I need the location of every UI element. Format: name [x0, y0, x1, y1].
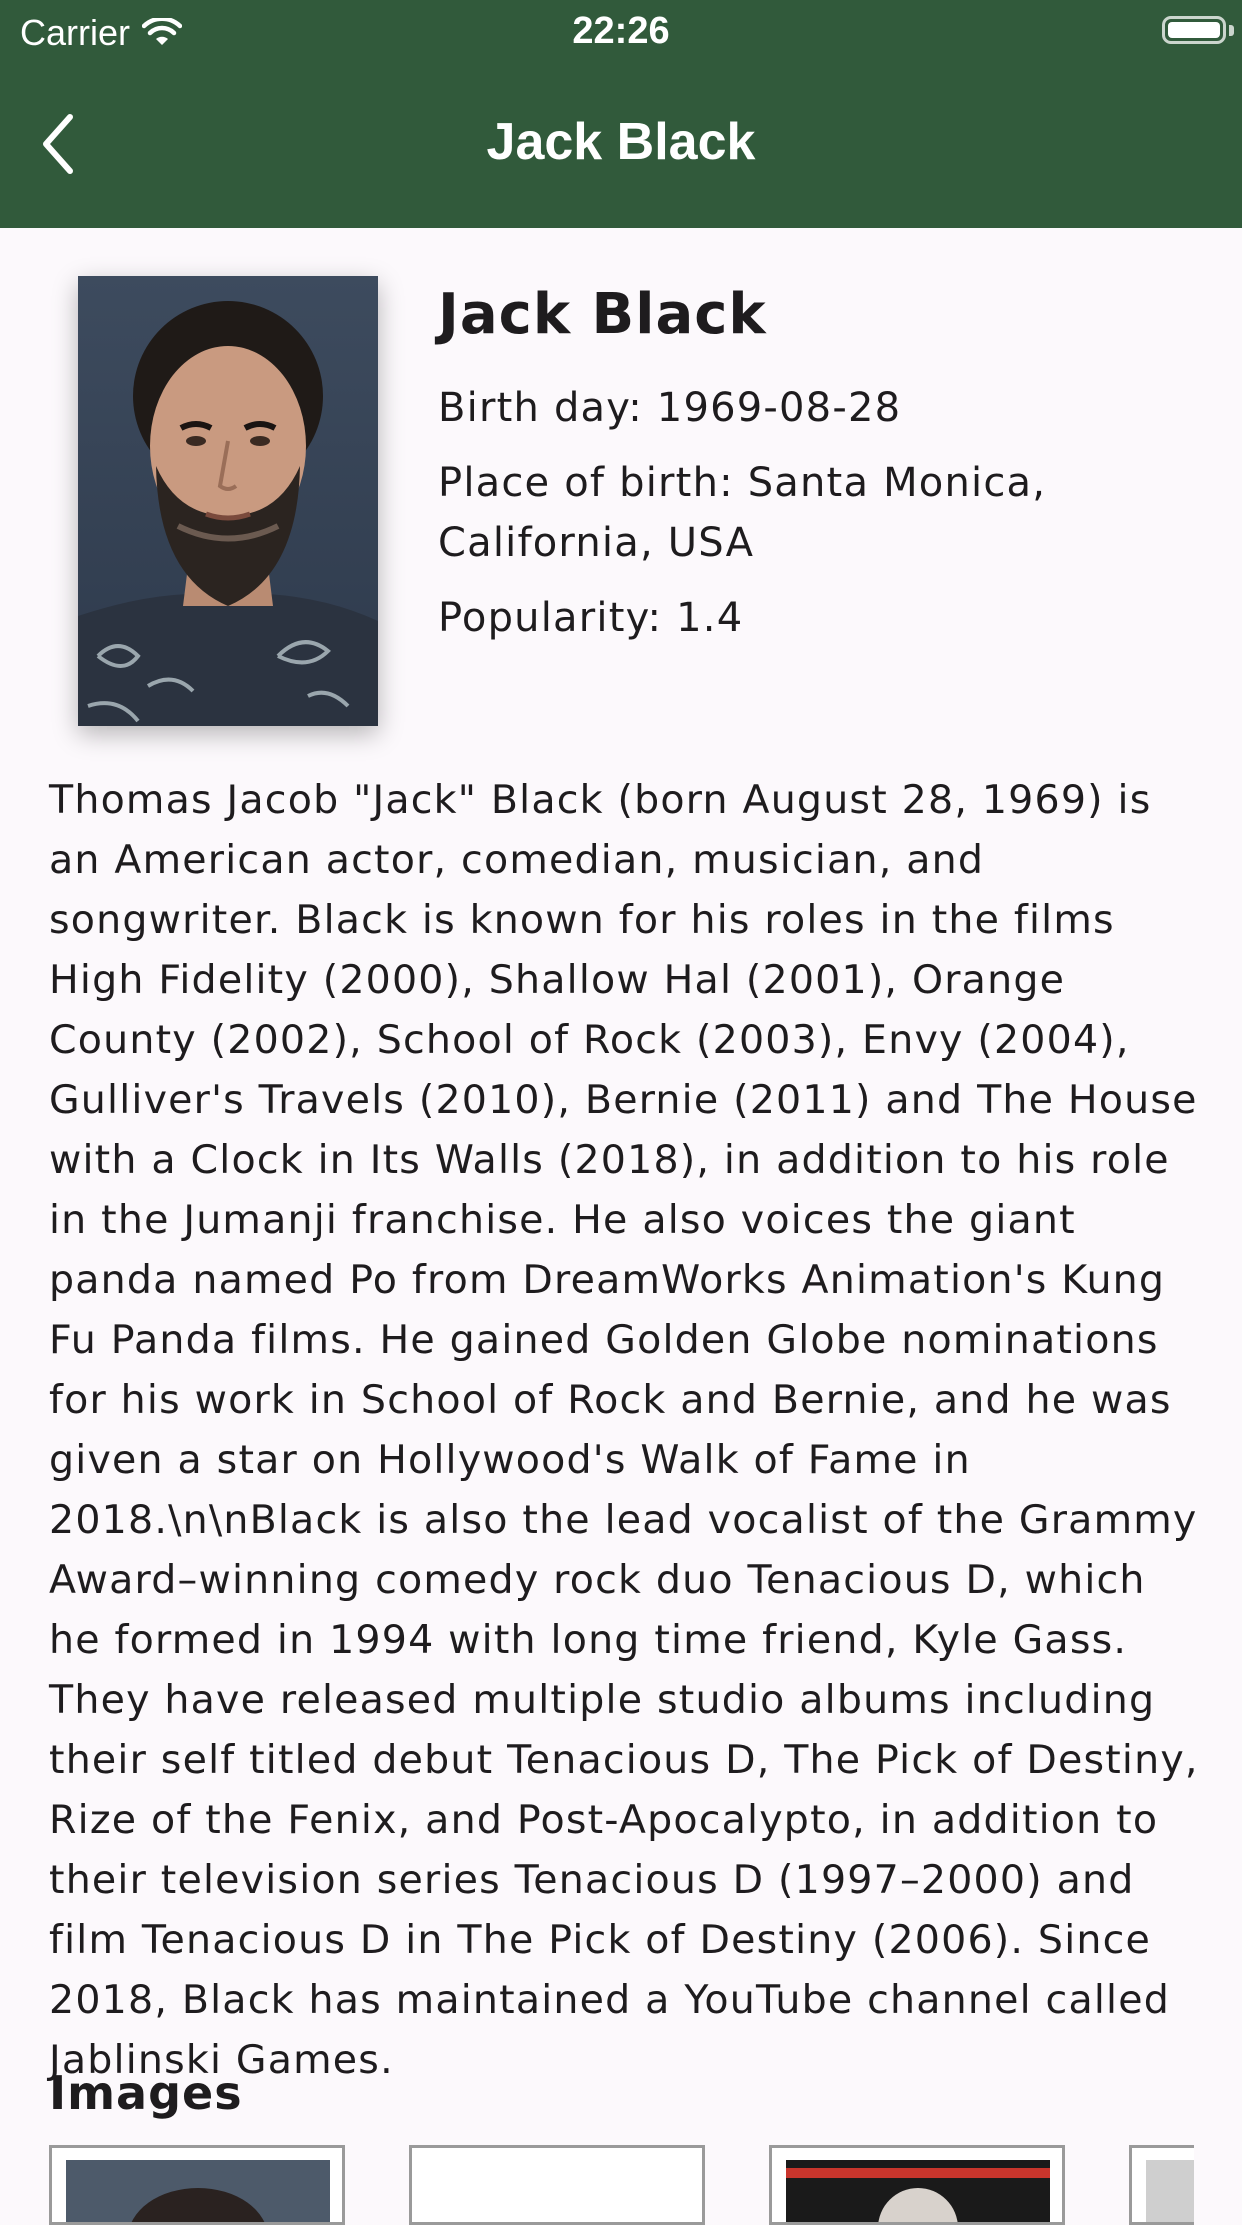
birthplace-line-1: Place of birth: Santa Monica, [438, 460, 1047, 506]
birthplace-line-2: California, USA [438, 520, 755, 566]
image-thumbnail[interactable] [1129, 2145, 1194, 2225]
biography: Thomas Jacob "Jack" Black (born August 2… [49, 777, 1199, 2083]
thumbnail-image [1146, 2160, 1194, 2222]
profile-photo-image [78, 276, 378, 726]
birthday: Birth day: 1969-08-28 [438, 385, 902, 431]
images-heading: Images [49, 2066, 243, 2120]
navigation-bar: Carrier 22:26 Jack Black [0, 0, 1242, 228]
image-thumbnail[interactable] [409, 2145, 705, 2225]
thumbnail-image [786, 2160, 1050, 2222]
person-name: Jack Black [438, 282, 767, 347]
image-thumbnail[interactable] [49, 2145, 345, 2225]
page-title: Jack Black [486, 113, 756, 171]
thumbnail-image [66, 2160, 330, 2222]
battery-tip [1229, 25, 1234, 36]
image-thumbnail[interactable] [769, 2145, 1065, 2225]
profile-photo [78, 276, 378, 726]
status-time: 22:26 [572, 10, 670, 52]
popularity: Popularity: 1.4 [438, 595, 744, 641]
battery-icon [1162, 16, 1226, 44]
